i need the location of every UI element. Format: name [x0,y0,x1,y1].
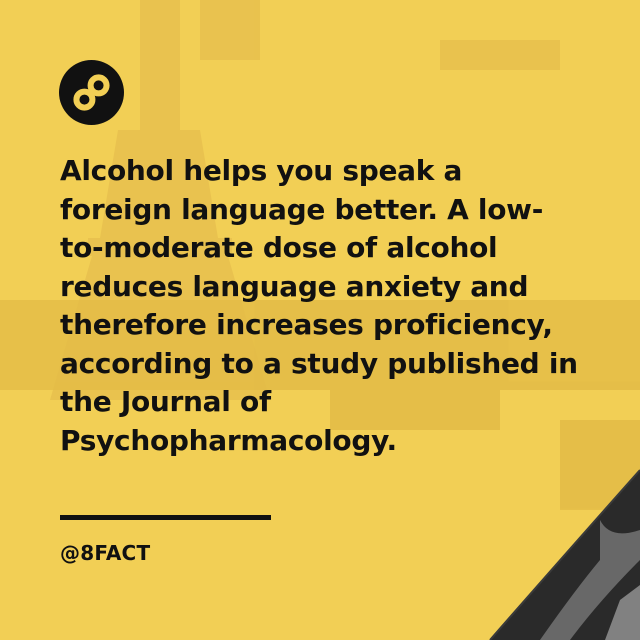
account-handle: @8FACT [60,541,151,565]
divider [60,515,271,520]
logo [59,60,124,125]
infinity-8-icon [73,74,110,111]
fact-text: Alcohol helps you speak a foreign langua… [60,154,578,457]
post-card: Alcohol helps you speak a foreign langua… [0,0,640,640]
